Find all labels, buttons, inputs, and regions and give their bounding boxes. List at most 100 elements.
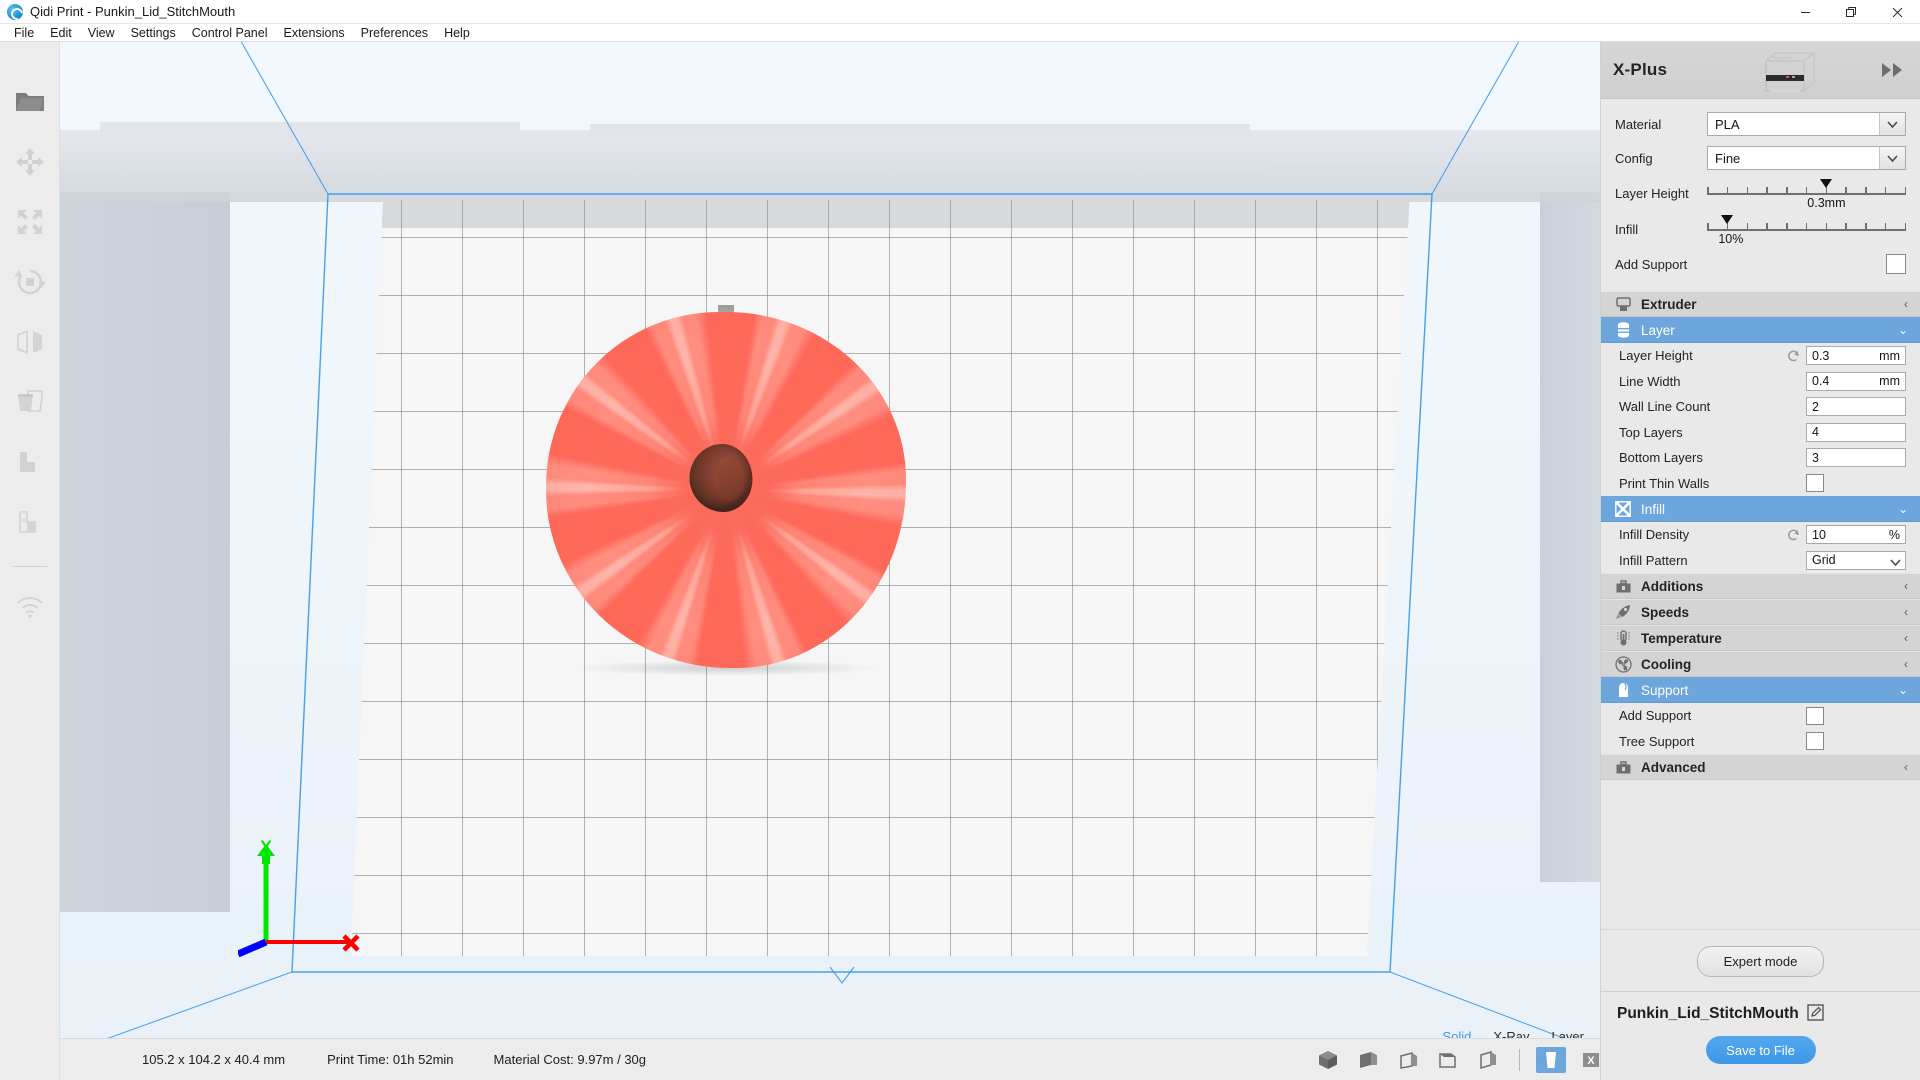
toolbox-icon (1613, 577, 1633, 595)
layer-stack-icon (1613, 321, 1633, 339)
fan-icon (1613, 655, 1633, 673)
category-extruder[interactable]: Extruder ‹ (1601, 291, 1920, 317)
chevron-left-icon[interactable]: ‹ (1904, 580, 1908, 592)
layer-height-unit: mm (1879, 348, 1900, 363)
close-button[interactable] (1874, 0, 1920, 24)
chevron-down-icon[interactable] (1890, 554, 1901, 569)
chevron-down-icon[interactable]: ⌄ (1898, 324, 1908, 336)
category-additions[interactable]: Additions ‹ (1601, 573, 1920, 599)
duplicate-icon[interactable] (8, 380, 52, 424)
xray-view-icon[interactable]: X (1576, 1047, 1600, 1073)
menu-view[interactable]: View (80, 24, 123, 42)
app-logo-icon (7, 3, 23, 20)
print-thin-walls-checkbox[interactable] (1806, 474, 1824, 493)
infill-pattern-select[interactable]: Grid (1806, 550, 1906, 570)
chevron-left-icon[interactable]: ‹ (1904, 606, 1908, 618)
scale-icon[interactable] (8, 200, 52, 244)
category-speeds-label: Speeds (1641, 604, 1690, 620)
infill-density-input[interactable]: 10 % (1806, 525, 1906, 545)
category-layer[interactable]: Layer ⌄ (1601, 317, 1920, 343)
line-width-unit: mm (1879, 374, 1900, 389)
menu-edit[interactable]: Edit (42, 24, 80, 42)
bottom-layers-value: 3 (1812, 450, 1819, 465)
save-to-file-button[interactable]: Save to File (1705, 1036, 1816, 1064)
infill-slider-handle[interactable] (1720, 215, 1733, 224)
material-select[interactable]: PLA (1707, 112, 1906, 136)
reset-icon[interactable] (1784, 528, 1802, 541)
setting-tree-support: Tree Support (1601, 729, 1920, 755)
model-punkin-lid[interactable] (546, 305, 906, 668)
rotate-icon[interactable] (8, 260, 52, 304)
extruder-icon (1613, 295, 1633, 313)
menu-settings[interactable]: Settings (123, 24, 184, 42)
infill-density-value: 10 (1812, 527, 1826, 542)
layer-height-slider-handle[interactable] (1820, 179, 1833, 188)
category-cooling[interactable]: Cooling ‹ (1601, 651, 1920, 677)
print-thin-walls-label: Print Thin Walls (1619, 475, 1710, 491)
setting-add-support: Add Support (1601, 703, 1920, 729)
infill-pattern-value: Grid (1812, 553, 1836, 568)
minimize-button[interactable] (1782, 0, 1828, 24)
quick-add-support-checkbox[interactable] (1886, 254, 1906, 274)
quick-add-support-label: Add Support (1615, 256, 1688, 272)
category-cooling-label: Cooling (1641, 656, 1692, 672)
menu-control-panel[interactable]: Control Panel (184, 24, 276, 42)
menu-bar: File Edit View Settings Control Panel Ex… (0, 24, 1920, 42)
view-3d-icon[interactable] (1313, 1047, 1343, 1073)
chevron-down-icon[interactable]: ⌄ (1898, 503, 1908, 515)
config-select[interactable]: Fine (1707, 146, 1906, 170)
collapse-panel-button[interactable] (1880, 60, 1906, 80)
chevron-left-icon[interactable]: ‹ (1904, 658, 1908, 670)
bottom-layers-input[interactable]: 3 (1806, 448, 1906, 468)
infill-density-unit: % (1888, 527, 1900, 542)
support-blocker-icon[interactable] (8, 440, 52, 484)
view-left-icon[interactable] (1433, 1047, 1463, 1073)
print-time: Print Time: 01h 52min (327, 1052, 454, 1067)
wall-line-count-input[interactable]: 2 (1806, 397, 1906, 417)
menu-extensions[interactable]: Extensions (276, 24, 353, 42)
category-support[interactable]: Support ⌄ (1601, 677, 1920, 703)
chevron-left-icon[interactable]: ‹ (1904, 632, 1908, 644)
per-model-settings-icon[interactable] (8, 500, 52, 544)
line-width-input[interactable]: 0.4 mm (1806, 371, 1906, 391)
reset-icon[interactable] (1784, 349, 1802, 362)
layer-height-input[interactable]: 0.3 mm (1806, 346, 1906, 366)
tree-support-checkbox[interactable] (1806, 732, 1824, 751)
wifi-icon[interactable] (8, 585, 52, 629)
menu-preferences[interactable]: Preferences (353, 24, 436, 42)
view-top-icon[interactable] (1393, 1047, 1423, 1073)
pumpkin-stem (689, 443, 753, 512)
category-infill[interactable]: Infill ⌄ (1601, 496, 1920, 522)
menu-file[interactable]: File (6, 24, 42, 42)
infill-grid-icon (1613, 500, 1633, 518)
layer-height-slider[interactable]: 0.3mm (1707, 177, 1906, 211)
solid-view-icon[interactable] (1536, 1046, 1566, 1073)
category-advanced[interactable]: Advanced ‹ (1601, 754, 1920, 780)
view-right-icon[interactable] (1473, 1047, 1503, 1073)
add-support-checkbox[interactable] (1806, 706, 1824, 725)
3d-viewport[interactable]: Y Solid X-Ray Layer 105.2 x 104.2 x 40.4… (60, 42, 1600, 1080)
category-speeds[interactable]: Speeds ‹ (1601, 599, 1920, 625)
material-cost: Material Cost: 9.97m / 30g (493, 1052, 647, 1067)
category-extruder-label: Extruder (1641, 296, 1697, 312)
category-temperature[interactable]: Temperature ‹ (1601, 625, 1920, 651)
open-file-icon[interactable] (8, 80, 52, 124)
view-front-icon[interactable] (1353, 1047, 1383, 1073)
chevron-down-icon[interactable] (1879, 113, 1905, 135)
chevron-left-icon[interactable]: ‹ (1904, 761, 1908, 773)
infill-slider-value: 10% (1718, 232, 1744, 246)
pencil-edit-icon[interactable] (1807, 1004, 1824, 1024)
chevron-down-icon[interactable]: ⌄ (1898, 684, 1908, 696)
chevron-left-icon[interactable]: ‹ (1904, 298, 1908, 310)
mirror-icon[interactable] (8, 320, 52, 364)
menu-help[interactable]: Help (436, 24, 478, 42)
chevron-down-icon[interactable] (1879, 147, 1905, 169)
layer-height-value: 0.3 (1812, 348, 1830, 363)
infill-slider[interactable]: 10% (1707, 213, 1906, 247)
expert-mode-button[interactable]: Expert mode (1696, 946, 1825, 977)
left-toolbar (0, 42, 60, 1080)
top-layers-input[interactable]: 4 (1806, 422, 1906, 442)
maximize-restore-button[interactable] (1828, 0, 1874, 24)
category-additions-label: Additions (1641, 578, 1704, 594)
move-icon[interactable] (8, 140, 52, 184)
